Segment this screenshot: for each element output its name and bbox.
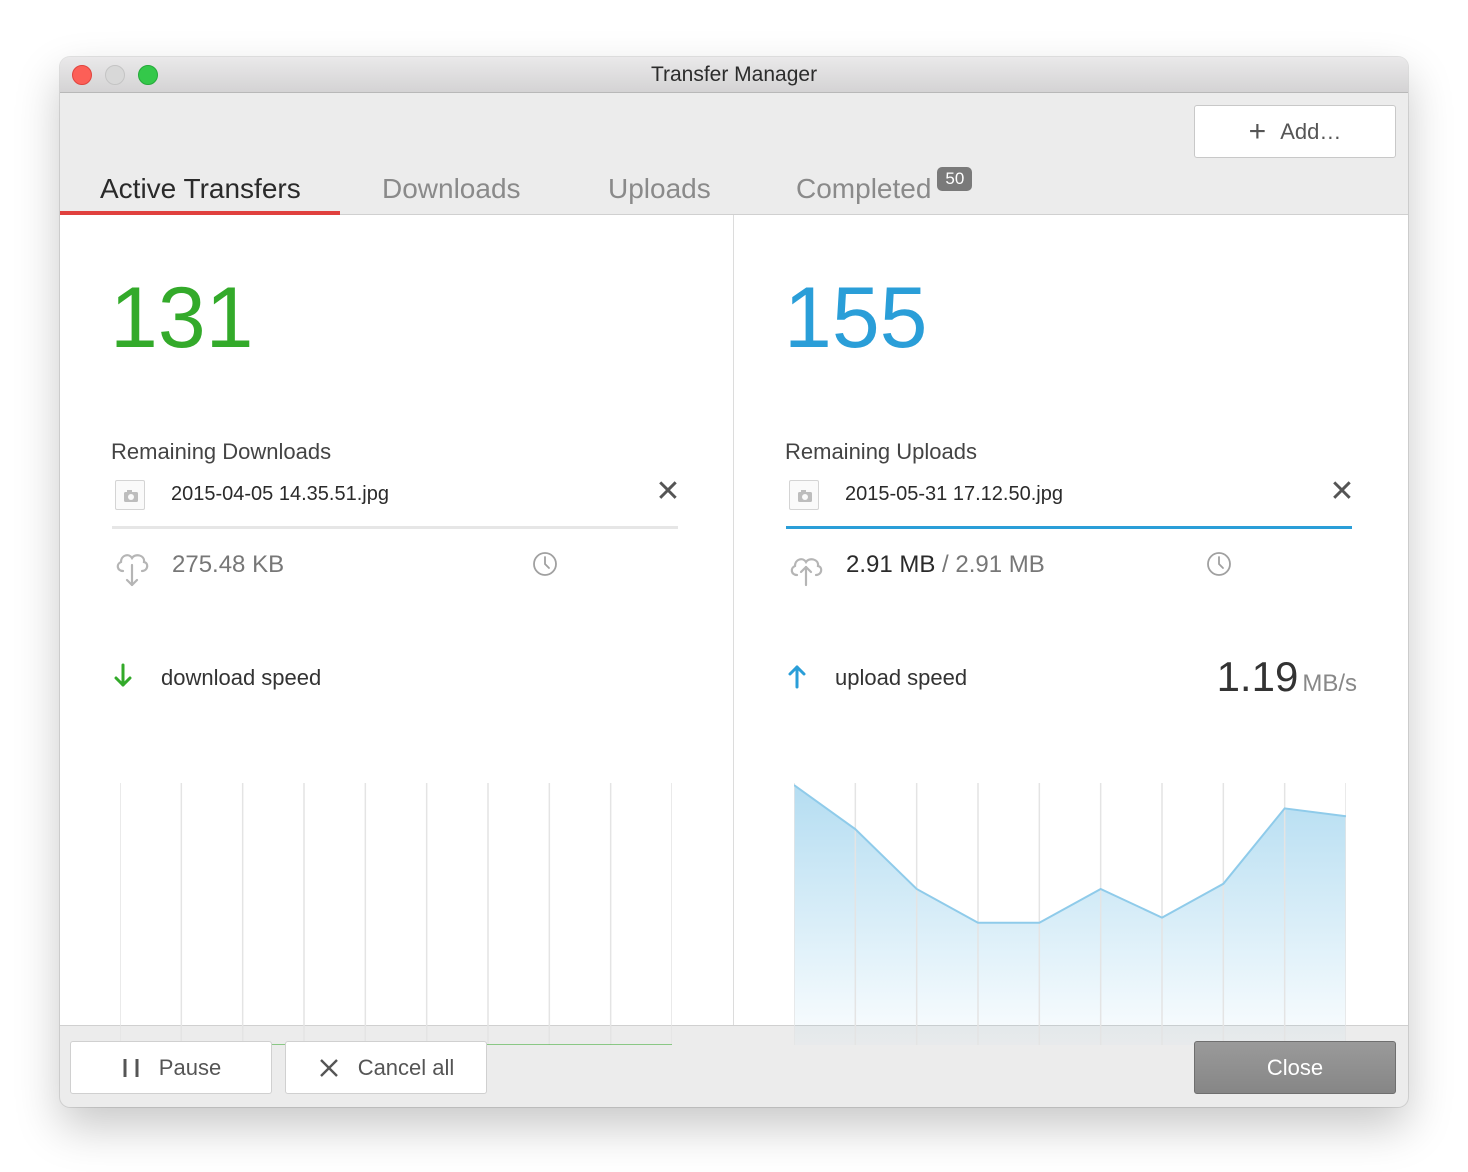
- pause-button[interactable]: Pause: [70, 1041, 272, 1094]
- upload-speed-area: [794, 785, 1346, 1045]
- cancel-upload-icon[interactable]: ✕: [1327, 477, 1357, 507]
- upload-speed-unit: MB/s: [1302, 670, 1357, 697]
- cancel-all-button-label: Cancel all: [357, 1054, 455, 1080]
- clock-icon: [533, 552, 557, 576]
- clock-icon: [1207, 552, 1231, 576]
- remaining-uploads-count: 155: [784, 270, 928, 366]
- tab-completed[interactable]: Completed 50: [796, 167, 973, 215]
- title-bar: Transfer Manager: [60, 57, 1408, 93]
- pause-icon: [123, 1058, 139, 1077]
- upload-speed-label: upload speed: [835, 665, 968, 690]
- download-speed-chart: [120, 783, 672, 1045]
- uploads-panel: 155 Remaining Uploads 2015-05-31 17.12.5…: [734, 215, 1407, 1045]
- image-file-icon: [789, 480, 819, 510]
- tab-label: Uploads: [608, 173, 711, 204]
- cancel-all-button[interactable]: Cancel all: [285, 1041, 487, 1094]
- completed-count-badge: 50: [937, 167, 973, 191]
- downloads-panel: 131 Remaining Downloads 2015-04-05 14.35…: [60, 215, 733, 1045]
- download-arrow-icon: [114, 663, 132, 687]
- download-size: 275.48 KB: [172, 551, 285, 578]
- upload-speed-chart: [794, 783, 1346, 1045]
- tab-label: Completed: [796, 173, 932, 204]
- cloud-download-icon: [116, 554, 149, 587]
- tab-label: Downloads: [382, 173, 521, 204]
- close-icon: [319, 1058, 338, 1077]
- image-file-icon: [115, 480, 145, 510]
- upload-file-name: 2015-05-31 17.12.50.jpg: [845, 483, 1063, 505]
- transfer-manager-window: Transfer Manager + Add… Active Transfers…: [60, 57, 1408, 1107]
- remaining-downloads-count: 131: [110, 270, 254, 366]
- upload-speed-value: 1.19 MB/s: [1217, 653, 1357, 701]
- remaining-downloads-label: Remaining Downloads: [111, 439, 332, 464]
- window-title: Transfer Manager: [650, 63, 818, 86]
- upload-size-total: 2.91 MB: [955, 551, 1045, 578]
- cloud-upload-icon: [790, 558, 823, 587]
- download-progress-bar: [112, 526, 678, 529]
- download-file-name: 2015-04-05 14.35.51.jpg: [171, 483, 389, 505]
- upload-size: 2.91 MB / 2.91 MB: [846, 551, 1045, 579]
- pause-button-label: Pause: [158, 1054, 222, 1080]
- cancel-download-icon[interactable]: ✕: [653, 477, 683, 507]
- upload-size-done: 2.91 MB: [846, 551, 936, 578]
- close-button[interactable]: Close: [1194, 1041, 1396, 1094]
- add-button[interactable]: + Add…: [1194, 105, 1396, 158]
- tab-uploads[interactable]: Uploads: [608, 169, 711, 215]
- upload-size-separator: /: [935, 551, 956, 578]
- upload-progress-bar: [786, 526, 1352, 529]
- tab-active-transfers[interactable]: Active Transfers: [100, 169, 301, 215]
- plus-icon: +: [1248, 114, 1267, 148]
- add-button-label: Add…: [1280, 118, 1342, 144]
- remaining-uploads-label: Remaining Uploads: [785, 439, 977, 464]
- download-speed-label: download speed: [161, 665, 322, 690]
- active-transfers-panel: 131 Remaining Downloads 2015-04-05 14.35…: [60, 215, 1408, 1045]
- upload-progress-fill: [786, 526, 1352, 529]
- tab-label: Active Transfers: [100, 173, 301, 204]
- tab-downloads[interactable]: Downloads: [382, 169, 521, 215]
- upload-speed-number: 1.19: [1216, 653, 1299, 700]
- upload-arrow-icon: [788, 665, 806, 689]
